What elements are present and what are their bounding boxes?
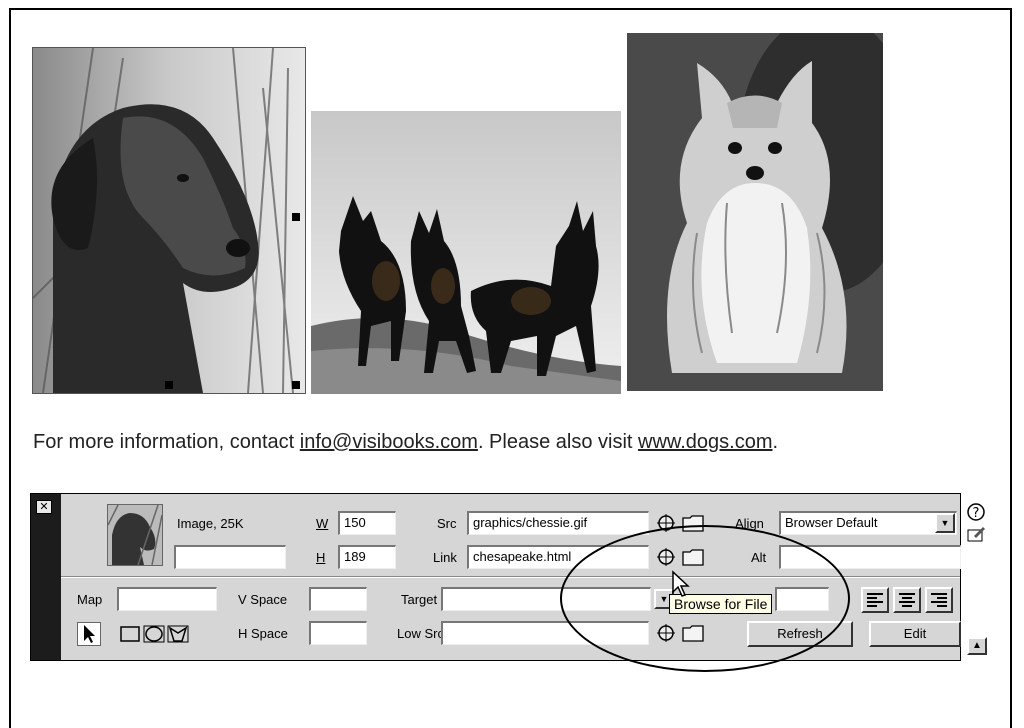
chessie-photo[interactable] [32, 47, 306, 394]
contact-info-line: For more information, contact info@visib… [33, 431, 778, 454]
vspace-label: V Space [238, 592, 288, 607]
align-select[interactable]: Browser Default [779, 511, 957, 535]
alt-label: Alt [751, 550, 767, 565]
w-label: W [316, 516, 329, 531]
info-prefix: For more information, contact [33, 431, 300, 453]
vspace-field[interactable] [309, 587, 367, 611]
lowsrc-field[interactable] [441, 621, 649, 645]
resize-handle-right[interactable] [292, 213, 300, 221]
resize-handle-corner[interactable] [292, 381, 300, 389]
point-to-file-icon[interactable] [656, 547, 676, 567]
property-inspector: ✕ Image, 25K W 150 H 189 Src graphics/ch… [30, 493, 987, 661]
shepherds-photo[interactable] [311, 111, 621, 394]
polygon-hotspot-icon[interactable] [167, 624, 189, 644]
align-label: Align [735, 516, 764, 531]
image-thumbnail [107, 504, 163, 566]
target-label: Target [401, 592, 438, 607]
target-select[interactable] [441, 587, 651, 611]
src-field[interactable]: graphics/chessie.gif [467, 511, 649, 535]
rect-hotspot-icon[interactable] [119, 624, 141, 644]
align-center-icon[interactable] [893, 587, 921, 613]
resize-handle-bottom[interactable] [165, 381, 173, 389]
hspace-label: H Space [238, 626, 288, 641]
lowsrc-label: Low Src [397, 626, 444, 641]
link-field[interactable]: chesapeake.html [467, 545, 649, 569]
align-right-icon[interactable] [925, 587, 953, 613]
yorkie-photo[interactable] [627, 33, 883, 391]
svg-text:?: ? [973, 506, 980, 521]
height-field[interactable]: 189 [338, 545, 396, 569]
mouse-cursor-icon [672, 570, 690, 597]
website-link[interactable]: www.dogs.com [638, 431, 773, 453]
info-middle: . Please also visit [477, 431, 639, 453]
edit-button[interactable]: Edit [869, 621, 961, 647]
h-label: H [316, 550, 326, 565]
link-label: Link [433, 550, 457, 565]
map-label: Map [77, 592, 103, 607]
point-to-file-icon[interactable] [656, 623, 676, 643]
align-left-icon[interactable] [861, 587, 889, 613]
border-field[interactable] [775, 587, 829, 611]
quick-tag-editor-icon[interactable] [966, 524, 986, 544]
point-to-file-icon[interactable] [656, 513, 676, 533]
pointer-tool-icon[interactable] [77, 622, 101, 646]
inspector-divider [61, 576, 960, 578]
info-suffix: . [772, 431, 779, 453]
close-icon[interactable]: ✕ [36, 500, 52, 514]
refresh-button[interactable]: Refresh [747, 621, 853, 647]
folder-icon[interactable] [681, 513, 705, 533]
oval-hotspot-icon[interactable] [143, 624, 165, 644]
email-link[interactable]: info@visibooks.com [300, 431, 478, 453]
inspector-grip[interactable]: ✕ [31, 494, 61, 660]
width-field[interactable]: 150 [338, 511, 396, 535]
map-name-field[interactable] [117, 587, 217, 611]
help-icon[interactable]: ? [966, 502, 986, 522]
hspace-field[interactable] [309, 621, 367, 645]
image-name-field[interactable] [174, 545, 286, 569]
image-size-label: Image, 25K [177, 516, 244, 531]
folder-icon[interactable] [681, 547, 705, 567]
folder-icon[interactable] [681, 623, 705, 643]
alt-field[interactable] [779, 545, 961, 569]
expander-icon[interactable]: ▲ [967, 637, 987, 655]
dropdown-arrow-icon[interactable]: ▼ [935, 513, 955, 533]
src-label: Src [437, 516, 457, 531]
